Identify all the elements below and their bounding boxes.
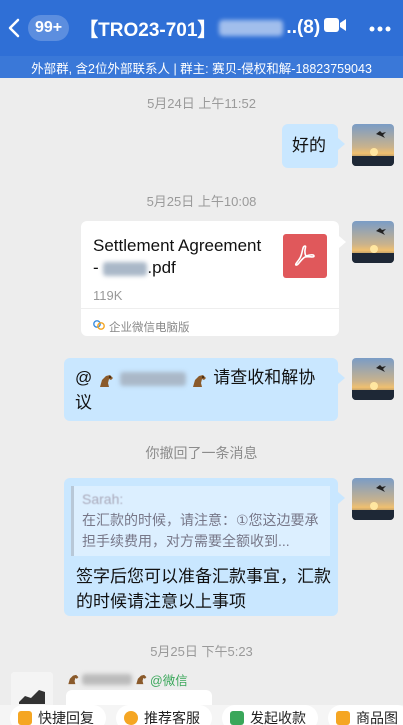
more-options-icon[interactable] [369,19,391,37]
bubble-tail [339,236,346,248]
wecom-logo-icon [93,316,105,341]
pdf-icon [283,234,327,278]
file-name: Settlement Agreement - .pdf [93,235,283,279]
bubble-tail [338,492,345,504]
wechat-tag: @微信 [150,674,188,688]
chip-label: 快捷回复 [38,710,94,725]
file-size: 119K [93,288,123,303]
horse-emoji-icon [66,673,80,686]
message-text: 好的 [292,136,326,155]
bubble-tail [338,372,345,384]
quick-action-bar: 快捷回复 推荐客服 发起收款 商品图 [0,705,403,725]
timestamp: 5月24日 上午11:52 [147,96,256,111]
timestamp: 5月25日 下午5:23 [150,644,253,659]
avatar-self[interactable] [352,124,394,166]
back-chevron-icon[interactable] [0,0,28,56]
horse-emoji-icon [134,673,148,686]
quote-text: 在汇款的时候，请注意：①您这边要承担手续费用，对方需要全额收到... [82,512,319,549]
file-message-card[interactable]: Settlement Agreement - .pdf 119K 企业微信电脑版 [81,221,339,336]
lightning-icon [18,711,32,725]
file-title: Settlement Agreement [93,236,262,255]
divider [81,308,339,309]
chip-label: 商品图 [356,710,398,725]
chip-label: 发起收款 [250,710,306,725]
message-bubble-self[interactable]: @ 请查收和解协议 [64,358,338,421]
file-source: 企业微信电脑版 [93,316,190,341]
unread-count-badge[interactable]: 99+ [28,15,70,41]
recall-notice: 你撤回了一条消息 [145,445,258,461]
avatar-self[interactable] [352,358,394,400]
horse-emoji-icon [97,371,115,387]
mention-at: @ [75,368,93,387]
avatar-self[interactable] [352,478,394,520]
redacted-name [103,261,148,276]
avatar-self[interactable] [352,221,394,263]
chat-header: 99+ 【TRO23-701】 ..(8) [0,0,403,56]
timestamp: 5月25日 上午10:08 [146,194,257,209]
message-text: 签字后您可以准备汇款事宜，汇款的时候请注意以上事项 [76,567,331,611]
file-source-label: 企业微信电脑版 [109,322,190,334]
product-image-button[interactable]: 商品图 [328,705,403,725]
video-call-icon[interactable] [323,16,347,39]
message-bubble-self[interactable]: 好的 [282,124,338,168]
horse-emoji-icon [190,371,208,387]
quoted-message[interactable]: Sarah: 在汇款的时候，请注意：①您这边要承担手续费用，对方需要全额收到..… [71,486,330,556]
bubble-tail [338,138,345,150]
chat-title: 【TRO23-701】 ..(8) [79,15,320,42]
quick-reply-button[interactable]: 快捷回复 [10,705,106,725]
file-extension: .pdf [147,258,176,277]
sender-name-row: @微信 [66,670,188,689]
recommend-agent-button[interactable]: 推荐客服 [116,705,212,725]
quote-sender: Sarah: [82,491,124,507]
redacted-name [219,20,284,36]
request-payment-button[interactable]: 发起收款 [222,705,318,725]
chat-title-suffix: ..(8) [286,17,321,38]
headset-icon [124,711,138,725]
payment-icon [230,711,244,725]
file-dash: - [93,258,99,277]
redacted-name [119,371,186,386]
redacted-name [82,674,132,685]
chip-label: 推荐客服 [144,710,200,725]
group-info-bar[interactable]: 外部群, 含2位外部联系人 | 群主: 赛贝-侵权和解-18823759043 [0,56,403,78]
message-bubble-self[interactable]: Sarah: 在汇款的时候，请注意：①您这边要承担手续费用，对方需要全额收到..… [64,478,338,616]
chat-title-prefix: 【TRO23-701】 [79,19,217,41]
product-icon [336,711,350,725]
